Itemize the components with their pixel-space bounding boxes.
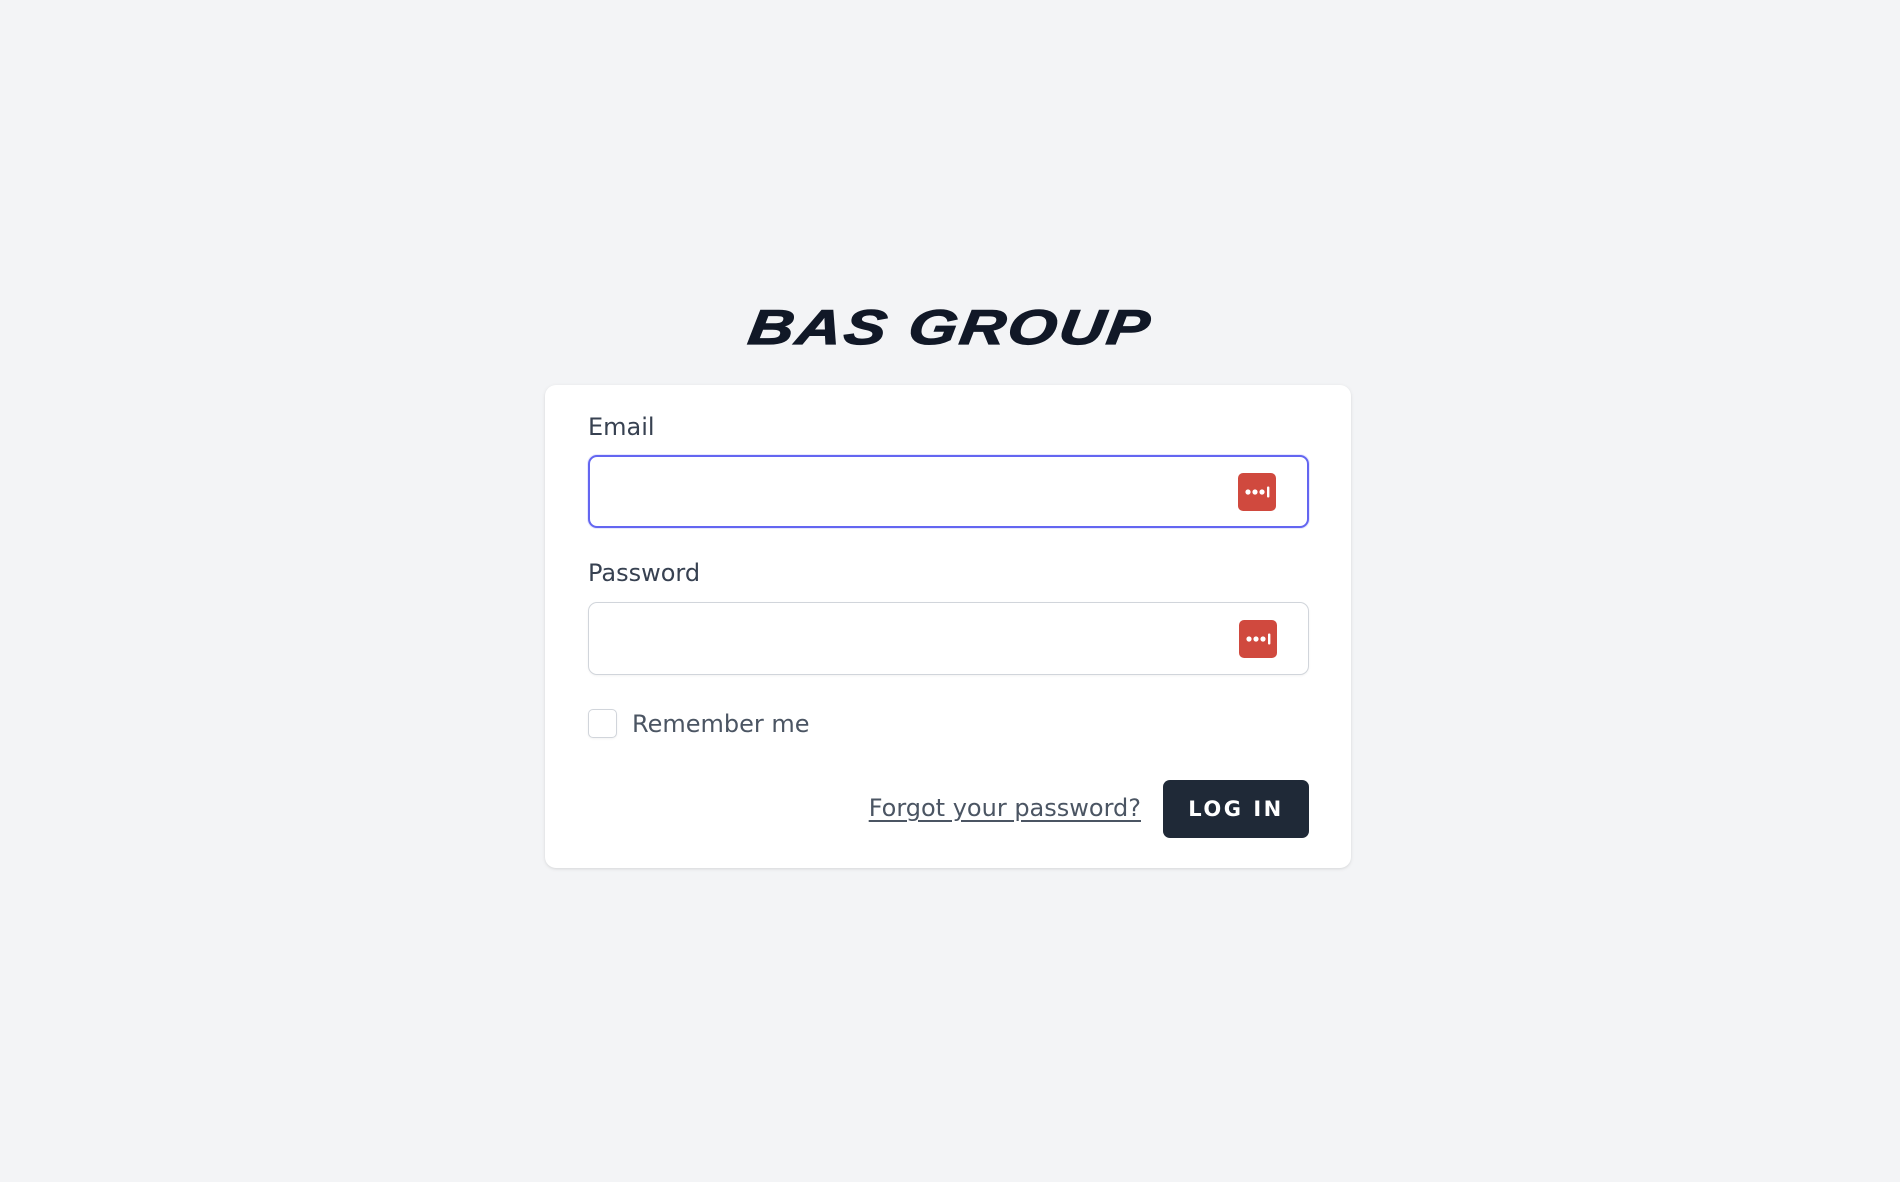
remember-me-label[interactable]: Remember me bbox=[632, 709, 810, 739]
password-manager-icon[interactable] bbox=[1238, 472, 1276, 511]
email-input[interactable] bbox=[606, 457, 1210, 528]
remember-me-checkbox[interactable] bbox=[588, 709, 617, 738]
password-label: Password bbox=[588, 559, 701, 587]
email-field-wrapper[interactable] bbox=[588, 455, 1309, 528]
password-field-wrapper[interactable] bbox=[588, 602, 1309, 676]
email-label: Email bbox=[588, 413, 655, 441]
password-input[interactable] bbox=[605, 603, 1209, 676]
forgot-password-link[interactable]: Forgot your password? bbox=[869, 793, 1141, 823]
password-manager-icon[interactable] bbox=[1239, 619, 1277, 658]
login-button[interactable]: LOG IN bbox=[1163, 780, 1309, 838]
brand-logo: BAS GROUP bbox=[744, 300, 1156, 355]
login-card: Email Password Remember me Forgot your p… bbox=[545, 385, 1351, 868]
